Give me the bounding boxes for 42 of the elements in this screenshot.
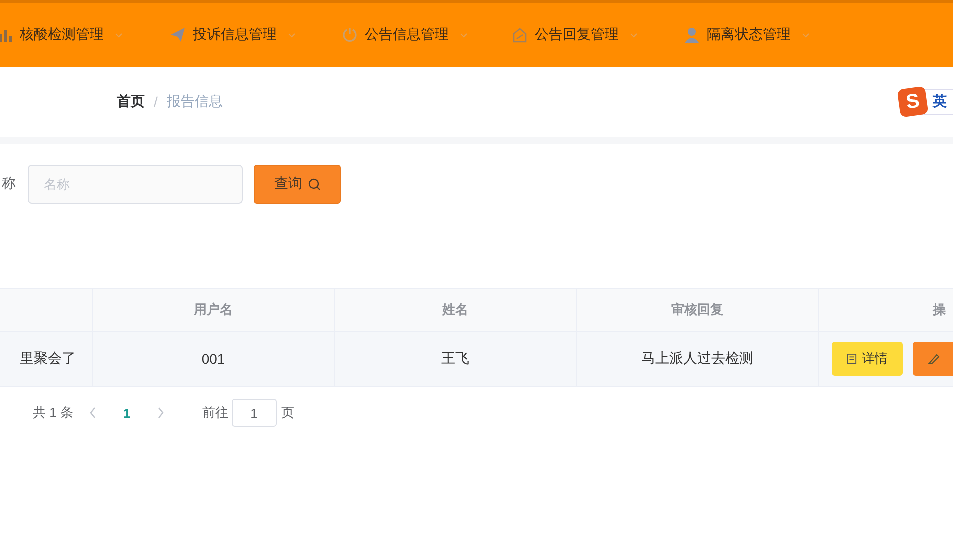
column-header: 用户名 bbox=[194, 301, 233, 319]
search-button[interactable]: 查询 bbox=[254, 164, 341, 204]
paper-plane-icon bbox=[170, 27, 186, 43]
pencil-icon bbox=[928, 353, 940, 365]
search-icon bbox=[308, 178, 320, 190]
column-header: 操 bbox=[933, 301, 946, 319]
nav-menu-item[interactable]: 公告回复管理 bbox=[535, 26, 619, 44]
detail-button[interactable]: 详情 bbox=[832, 342, 903, 376]
column-header: 姓名 bbox=[442, 301, 468, 319]
table-cell: 王飞 bbox=[442, 350, 470, 368]
total-count: 共 1 条 bbox=[33, 404, 74, 422]
page-input-field[interactable]: 1 bbox=[232, 399, 277, 427]
nav-menu-item[interactable]: 隔离状态管理 bbox=[707, 26, 791, 44]
breadcrumb-separator: / bbox=[154, 94, 158, 110]
caret-icon bbox=[630, 32, 638, 38]
caret-icon bbox=[288, 32, 296, 38]
page-number[interactable]: 1 bbox=[113, 406, 141, 420]
name-input-field[interactable]: 名称 bbox=[28, 164, 243, 204]
nav-menu-item[interactable]: 核酸检测管理 bbox=[20, 26, 104, 44]
breadcrumb-item: 报告信息 bbox=[166, 93, 223, 111]
table-cell: 001 bbox=[202, 351, 226, 367]
ime-logo: S bbox=[897, 86, 929, 118]
caret-icon bbox=[802, 32, 810, 38]
house-icon bbox=[512, 27, 528, 43]
nav-menu-item[interactable]: 投诉信息管理 bbox=[193, 26, 277, 44]
nav-menu-item[interactable]: 公告信息管理 bbox=[365, 26, 449, 44]
field-label: 称 bbox=[1, 175, 16, 193]
caret-icon bbox=[460, 32, 468, 38]
page-suffix: 页 bbox=[282, 404, 295, 422]
document-icon bbox=[847, 353, 857, 365]
power-icon bbox=[342, 27, 358, 43]
column-header: 审核回复 bbox=[672, 301, 724, 319]
table-cell: 里聚会了 bbox=[20, 350, 76, 368]
user-icon bbox=[684, 27, 700, 43]
caret-icon bbox=[115, 32, 123, 38]
goto-label: 前往 bbox=[202, 404, 229, 422]
previous-page-icon[interactable] bbox=[89, 407, 98, 419]
table-cell: 马上派人过去检测 bbox=[642, 350, 754, 368]
ime-mode-label: 英 bbox=[933, 93, 947, 111]
breadcrumb-item[interactable]: 首页 bbox=[117, 93, 145, 111]
bar-chart-icon bbox=[0, 27, 13, 43]
next-page-icon[interactable] bbox=[156, 407, 165, 419]
